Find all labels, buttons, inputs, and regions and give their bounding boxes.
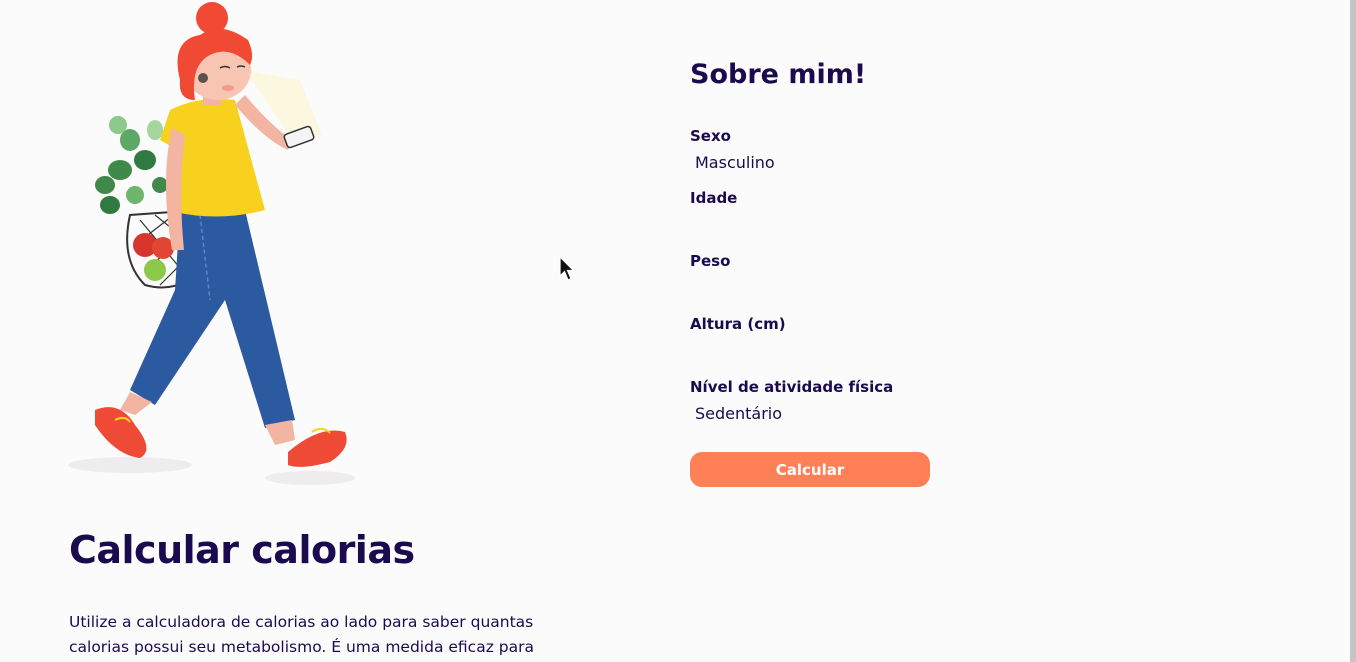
- woman-walking-illustration: [68, 2, 355, 485]
- age-input[interactable]: [690, 213, 934, 239]
- weight-label: Peso: [690, 252, 731, 270]
- sex-select[interactable]: Masculino: [690, 151, 935, 175]
- activity-level-select[interactable]: Sedentário: [690, 402, 935, 426]
- mouse-pointer-icon: [559, 256, 575, 281]
- sex-label: Sexo: [690, 127, 731, 145]
- height-label: Altura (cm): [690, 315, 786, 333]
- scrollbar-thumb[interactable]: [1350, 0, 1356, 662]
- page-title: Calcular calorias: [69, 528, 415, 572]
- form-title: Sobre mim!: [690, 59, 867, 90]
- age-label: Idade: [690, 189, 738, 207]
- page-scrollbar[interactable]: [1350, 0, 1356, 662]
- height-input[interactable]: [690, 339, 934, 365]
- intro-text: Utilize a calculadora de calorias ao lad…: [69, 613, 534, 656]
- calculate-button[interactable]: Calcular: [690, 452, 930, 487]
- weight-input[interactable]: [690, 276, 934, 302]
- activity-level-label: Nível de atividade física: [690, 378, 894, 396]
